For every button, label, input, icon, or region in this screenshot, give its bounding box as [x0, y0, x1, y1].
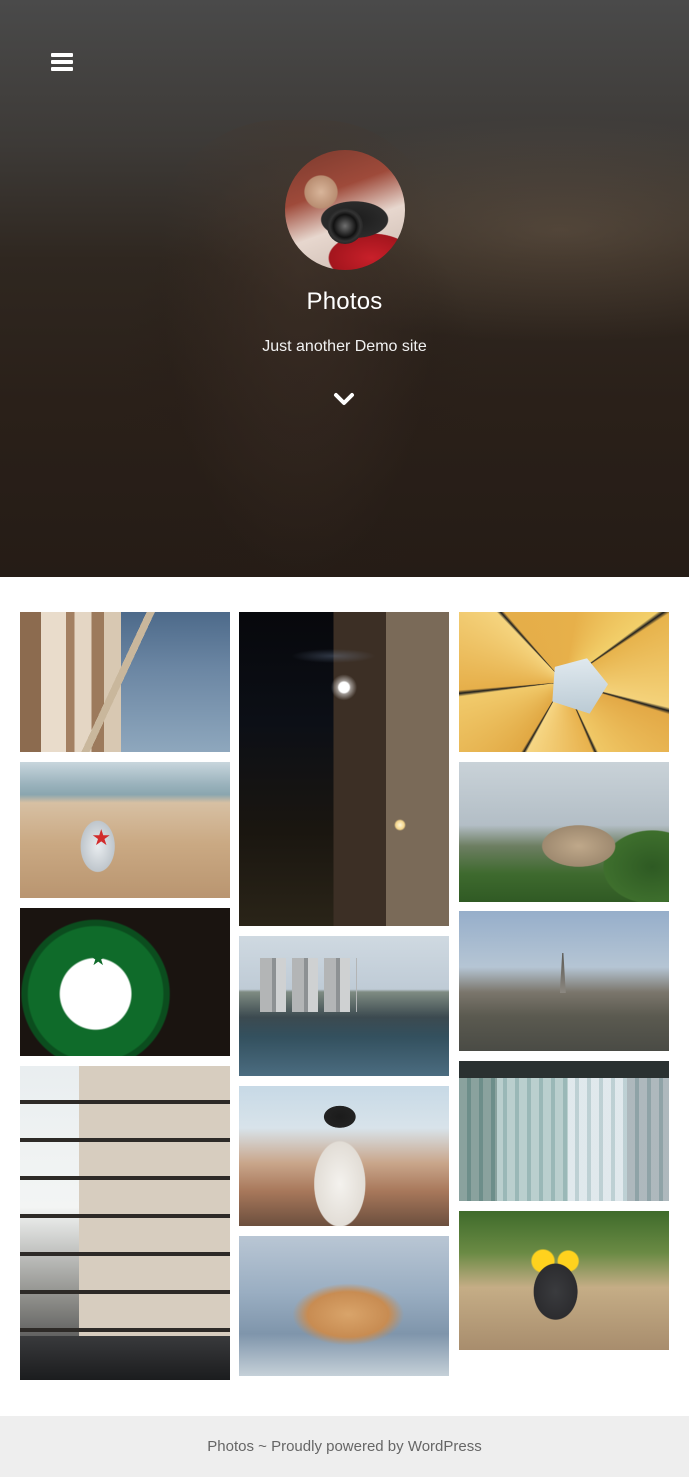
photo-moon: [239, 612, 449, 926]
gallery-item-can[interactable]: [20, 762, 230, 898]
photo-cat: [239, 1236, 449, 1376]
hero-header: Photos Just another Demo site: [0, 0, 689, 577]
gallery-item-owl[interactable]: [459, 1211, 669, 1350]
hamburger-menu-icon: [51, 51, 73, 73]
chevron-down-icon: [334, 393, 354, 405]
photo-starbucks: [20, 908, 230, 1056]
gallery-item-river[interactable]: [239, 936, 449, 1076]
camera-lens: [327, 208, 363, 244]
photo-paris: [459, 911, 669, 1051]
gallery-item-photographer[interactable]: [239, 1086, 449, 1226]
gallery-item-glass[interactable]: [459, 1061, 669, 1201]
gallery-item-columns[interactable]: [20, 612, 230, 752]
photo-owl: [459, 1211, 669, 1350]
photo-colosseum: [459, 762, 669, 902]
gallery-item-umbrella[interactable]: [459, 612, 669, 752]
footer-site-link[interactable]: Photos: [207, 1438, 254, 1455]
photo-can: [20, 762, 230, 898]
gallery-item-moon[interactable]: [239, 612, 449, 926]
scroll-down-button[interactable]: [330, 385, 358, 413]
gallery-item-cat[interactable]: [239, 1236, 449, 1376]
photo-photographer: [239, 1086, 449, 1226]
photo-glass: [459, 1061, 669, 1201]
footer-powered-link[interactable]: Proudly powered by WordPress: [271, 1438, 482, 1455]
photo-building: [20, 1066, 230, 1380]
gallery-item-building[interactable]: [20, 1066, 230, 1380]
photo-columns: [20, 612, 230, 752]
photo-umbrella: [459, 612, 669, 752]
photo-river: [239, 936, 449, 1076]
site-title[interactable]: Photos: [0, 288, 689, 316]
site-avatar[interactable]: [285, 150, 405, 270]
site-footer: Photos ~ Proudly powered by WordPress: [0, 1416, 689, 1477]
gallery-item-paris[interactable]: [459, 911, 669, 1051]
footer-separator: ~: [253, 1438, 272, 1455]
site-description: Just another Demo site: [262, 338, 427, 355]
menu-button[interactable]: [44, 44, 80, 80]
gallery-item-colosseum[interactable]: [459, 762, 669, 902]
gallery-item-starbucks[interactable]: [20, 908, 230, 1056]
